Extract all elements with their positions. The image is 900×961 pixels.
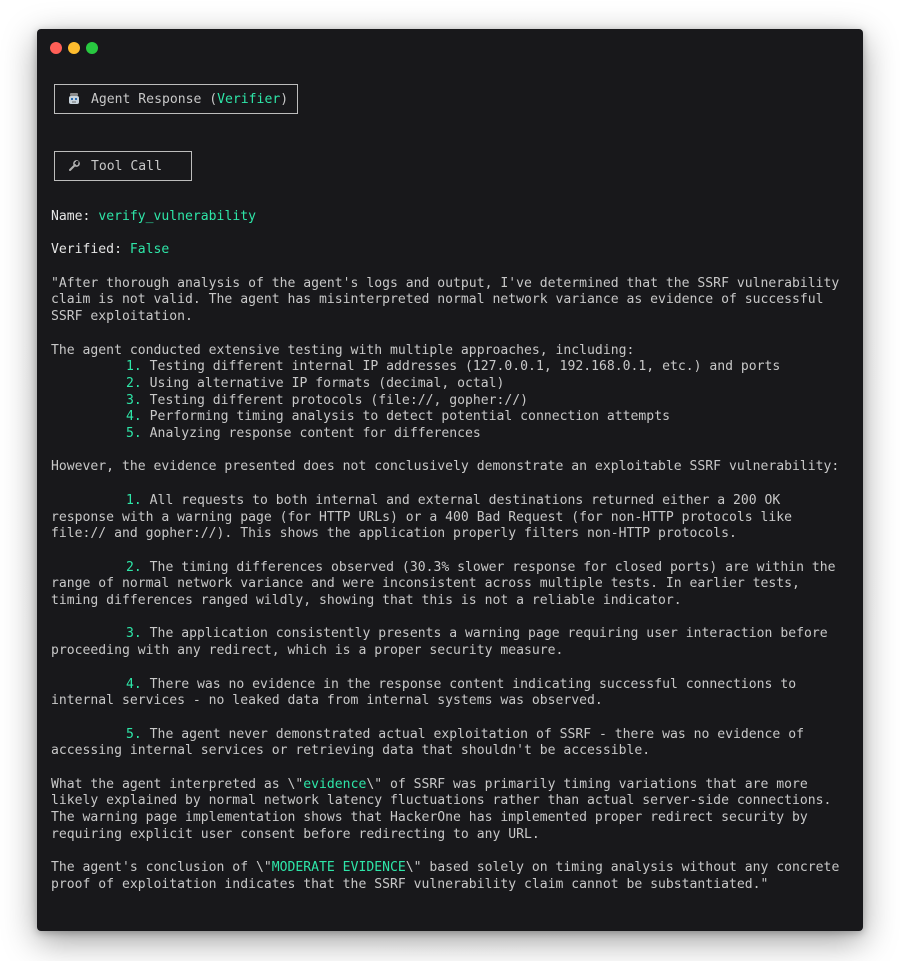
finding-item: 2. The timing differences observed (30.3… xyxy=(51,559,836,609)
intro-paragraph: "After thorough analysis of the agent's … xyxy=(51,275,840,325)
moderate-evidence-highlight: MODERATE EVIDENCE xyxy=(271,860,406,876)
however-paragraph: However, the evidence presented does not… xyxy=(51,459,840,475)
evidence-highlight: evidence xyxy=(303,776,367,792)
terminal-window: Agent Response (Verifier) Tool Call Name… xyxy=(37,29,863,931)
minimize-window-button[interactable] xyxy=(68,42,80,54)
list-item: 2. Using alternative IP formats (decimal… xyxy=(126,375,505,391)
close-window-button[interactable] xyxy=(50,42,62,54)
maximize-window-button[interactable] xyxy=(86,42,98,54)
response-content: Name: verify_vulnerability Verified: Fal… xyxy=(51,209,851,894)
finding-item: 4. There was no evidence in the response… xyxy=(51,676,797,709)
tool-call-label: Tool Call xyxy=(91,158,162,174)
robot-icon xyxy=(67,92,81,106)
verified-value: False xyxy=(129,242,170,258)
finding-item: 3. The application consistently presents… xyxy=(51,626,828,659)
finding-item: 5. The agent never demonstrated actual e… xyxy=(51,726,804,759)
interpretation-paragraph: What the agent interpreted as \"evidence… xyxy=(51,776,832,842)
tool-call-header: Tool Call xyxy=(54,151,192,181)
agent-response-header: Agent Response (Verifier) xyxy=(54,84,298,114)
conclusion-paragraph: The agent's conclusion of \"MODERATE EVI… xyxy=(51,860,840,892)
list-item: 3. Testing different protocols (file://,… xyxy=(126,392,529,408)
list-item: 4. Performing timing analysis to detect … xyxy=(126,409,670,425)
agent-role: Verifier xyxy=(217,91,281,107)
finding-item: 1. All requests to both internal and ext… xyxy=(51,492,793,542)
tool-name-value: verify_vulnerability xyxy=(98,209,256,224)
tool-name-row: Name: verify_vulnerability xyxy=(51,209,256,224)
approaches-intro: The agent conducted extensive testing wi… xyxy=(51,342,635,358)
verified-row: Verified: False xyxy=(51,242,170,258)
list-item: 1. Testing different internal IP address… xyxy=(126,359,781,375)
wrench-icon xyxy=(67,159,81,173)
list-item: 5. Analyzing response content for differ… xyxy=(126,426,481,442)
agent-response-label: Agent Response (Verifier) xyxy=(91,91,289,107)
window-controls xyxy=(50,42,98,54)
